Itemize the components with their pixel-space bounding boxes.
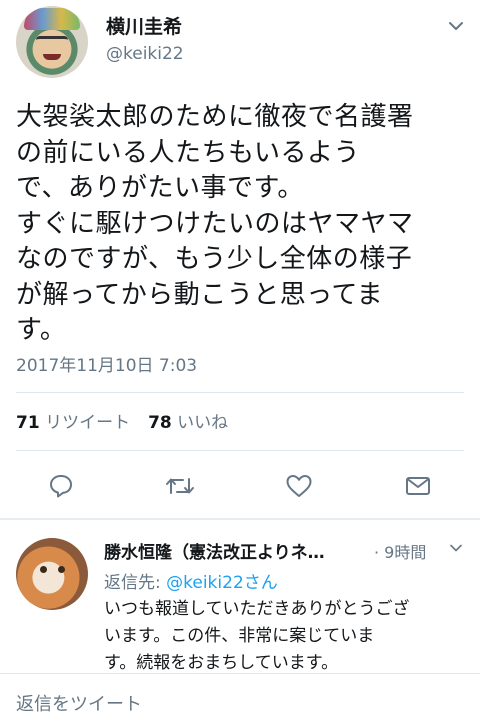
reply-time[interactable]: · 9時間	[374, 539, 426, 563]
avatar-hat	[24, 8, 80, 30]
direct-message-icon	[406, 477, 430, 495]
reply-icon	[50, 475, 72, 498]
avatar-eye	[40, 566, 47, 573]
tweet-timestamp[interactable]: 2017年11月10日 7:03	[16, 351, 197, 376]
tweet-text: 大袈裟太郎のために徹夜で名護署 の前にいる人たちもいるよう で、ありがたい事です…	[16, 102, 414, 345]
reply-author-name[interactable]: 勝水恒隆（憲法改正よりネ…	[104, 538, 325, 563]
avatar-mouth	[43, 54, 61, 60]
reply-to-line: 返信先: @keiki22さん	[104, 568, 278, 593]
reply-compose-input[interactable]: 返信をツイート	[16, 690, 142, 716]
avatar-eye	[58, 566, 65, 573]
like-icon	[286, 475, 312, 497]
reply-to-handle-link[interactable]: @keiki22さん	[166, 573, 278, 593]
reply-compose-bar[interactable]: 返信をツイート	[0, 673, 480, 727]
like-button[interactable]	[279, 466, 319, 506]
retweet-button[interactable]	[160, 466, 200, 506]
tweet-actions	[0, 466, 480, 506]
tweet-header: 横川圭希 @keiki22	[0, 0, 480, 90]
reply-button[interactable]	[41, 466, 81, 506]
retweets-label: リツイート	[45, 413, 131, 433]
reply-to-prefix: 返信先:	[104, 573, 167, 593]
chevron-down-icon[interactable]	[446, 16, 466, 36]
avatar-glasses	[36, 36, 68, 44]
reply-tweet[interactable]: 勝水恒隆（憲法改正よりネ… · 9時間 返信先: @keiki22さん いつも報…	[0, 520, 480, 673]
author-display-name[interactable]: 横川圭希	[106, 12, 182, 39]
reply-avatar[interactable]	[16, 538, 88, 610]
likes-count: 78	[148, 413, 172, 433]
avatar[interactable]	[16, 6, 88, 78]
retweets-count: 71	[16, 413, 40, 433]
likes-label: いいね	[177, 413, 229, 433]
retweet-icon	[166, 478, 194, 494]
direct-message-button[interactable]	[398, 466, 438, 506]
likes-stat[interactable]: 78 いいね	[148, 413, 228, 433]
retweets-stat[interactable]: 71 リツイート	[16, 413, 130, 433]
divider	[16, 450, 464, 451]
tweet-stats: 71 リツイート 78 いいね	[16, 408, 228, 433]
author-handle[interactable]: @keiki22	[106, 44, 184, 64]
chevron-down-icon[interactable]	[448, 540, 464, 556]
reply-text: いつも報道していただきありがとうござ います。この件、非常に案じていま す。続報…	[104, 599, 410, 673]
divider	[16, 392, 464, 393]
